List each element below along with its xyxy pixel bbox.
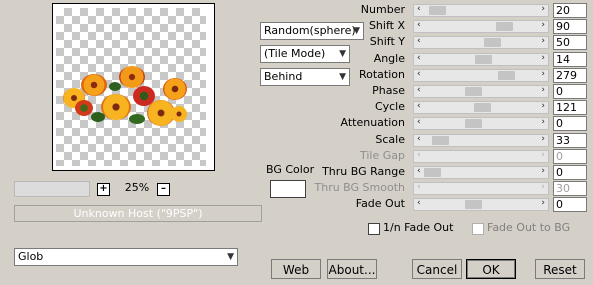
param-value-thru-bg-range[interactable]: 0 <box>553 165 587 180</box>
param-label-thru-bg-range: Thru BG Range <box>322 165 405 178</box>
slider-thumb[interactable] <box>465 200 482 209</box>
param-slider-angle[interactable]: ‹ › <box>413 53 549 66</box>
chevron-left-icon[interactable]: ‹ <box>417 101 421 112</box>
param-value-angle[interactable]: 14 <box>553 52 587 67</box>
about-button[interactable]: About... <box>327 259 377 279</box>
param-value-shift-x[interactable]: 90 <box>553 19 587 34</box>
chevron-left-icon[interactable]: ‹ <box>417 69 421 80</box>
ok-button[interactable]: OK <box>466 259 516 279</box>
chevron-right-icon[interactable]: › <box>541 69 545 80</box>
chevron-right-icon[interactable]: › <box>541 85 545 96</box>
chevron-right-icon[interactable]: › <box>541 134 545 145</box>
reset-button[interactable]: Reset <box>535 259 585 279</box>
slider-thumb[interactable] <box>474 103 491 112</box>
param-value-attenuation[interactable]: 0 <box>553 116 587 131</box>
chevron-left-icon[interactable]: ‹ <box>417 53 421 64</box>
param-slider-cycle[interactable]: ‹ › <box>413 101 549 114</box>
chevron-right-icon[interactable]: › <box>541 182 545 193</box>
param-label-phase: Phase <box>372 84 405 97</box>
param-label-number: Number <box>360 3 405 16</box>
param-label-shift-y: Shift Y <box>369 35 405 48</box>
chevron-right-icon[interactable]: › <box>541 150 545 161</box>
fade-1n-label: 1/n Fade Out <box>383 221 454 234</box>
slider-thumb[interactable] <box>465 87 482 96</box>
param-value-thru-bg-smooth[interactable]: 30 <box>553 181 587 196</box>
param-value-shift-y[interactable]: 50 <box>553 35 587 50</box>
zoom-out-button[interactable]: – <box>157 183 170 196</box>
chevron-right-icon[interactable]: › <box>541 20 545 31</box>
param-slider-fade-out[interactable]: ‹ › <box>413 198 549 211</box>
param-value-cycle[interactable]: 121 <box>553 100 587 115</box>
chevron-right-icon[interactable]: › <box>541 36 545 47</box>
param-value-phase[interactable]: 0 <box>553 84 587 99</box>
chevron-left-icon[interactable]: ‹ <box>417 36 421 47</box>
slider-thumb[interactable] <box>465 119 482 128</box>
param-value-tile-gap[interactable]: 0 <box>553 149 587 164</box>
param-label-attenuation: Attenuation <box>340 116 405 129</box>
chevron-left-icon[interactable]: ‹ <box>417 182 421 193</box>
chevron-down-icon: ▼ <box>227 252 234 262</box>
param-slider-shift-x[interactable]: ‹ › <box>413 20 549 33</box>
chevron-left-icon[interactable]: ‹ <box>417 20 421 31</box>
fade-1n-checkbox[interactable] <box>368 223 380 235</box>
param-value-number[interactable]: 20 <box>553 3 587 18</box>
web-button[interactable]: Web <box>271 259 321 279</box>
preset-select[interactable]: Glob ▼ <box>14 248 238 266</box>
param-label-scale: Scale <box>375 133 405 146</box>
zoom-level: 25% <box>124 181 150 194</box>
param-slider-thru-bg-range[interactable]: ‹ › <box>413 166 549 179</box>
preset-select-value: Glob <box>18 250 44 263</box>
param-slider-scale[interactable]: ‹ › <box>413 134 549 147</box>
slider-thumb[interactable] <box>432 136 449 145</box>
param-label-tile-gap: Tile Gap <box>359 149 405 162</box>
slider-thumb[interactable] <box>475 55 492 64</box>
param-label-thru-bg-smooth: Thru BG Smooth <box>314 181 406 194</box>
chevron-left-icon[interactable]: ‹ <box>417 85 421 96</box>
param-label-fade-out: Fade Out <box>355 197 405 210</box>
chevron-left-icon[interactable]: ‹ <box>417 4 421 15</box>
chevron-left-icon[interactable]: ‹ <box>417 150 421 161</box>
param-slider-tile-gap[interactable]: ‹ › <box>413 150 549 163</box>
zoom-in-button[interactable]: + <box>97 183 110 196</box>
param-label-rotation: Rotation <box>358 68 405 81</box>
chevron-right-icon[interactable]: › <box>541 117 545 128</box>
chevron-left-icon[interactable]: ‹ <box>417 134 421 145</box>
cancel-button[interactable]: Cancel <box>412 259 462 279</box>
param-label-shift-x: Shift X <box>368 19 405 32</box>
param-label-cycle: Cycle <box>374 100 405 113</box>
preview-canvas[interactable] <box>52 3 215 171</box>
slider-thumb[interactable] <box>498 71 515 80</box>
slider-thumb[interactable] <box>429 6 446 15</box>
param-value-fade-out[interactable]: 0 <box>553 197 587 212</box>
preview-image-flowers <box>61 64 191 134</box>
param-slider-thru-bg-smooth[interactable]: ‹ › <box>413 182 549 195</box>
zoom-slider[interactable] <box>14 181 90 197</box>
slider-thumb[interactable] <box>424 168 441 177</box>
slider-thumb[interactable] <box>496 22 513 31</box>
chevron-right-icon[interactable]: › <box>541 166 545 177</box>
chevron-right-icon[interactable]: › <box>541 53 545 64</box>
param-slider-phase[interactable]: ‹ › <box>413 85 549 98</box>
param-slider-shift-y[interactable]: ‹ › <box>413 36 549 49</box>
chevron-right-icon[interactable]: › <box>541 4 545 15</box>
param-value-scale[interactable]: 33 <box>553 133 587 148</box>
param-slider-attenuation[interactable]: ‹ › <box>413 117 549 130</box>
param-label-angle: Angle <box>373 52 405 65</box>
chevron-left-icon[interactable]: ‹ <box>417 198 421 209</box>
status-bar: Unknown Host ("9PSP") <box>14 205 262 222</box>
chevron-left-icon[interactable]: ‹ <box>417 166 421 177</box>
chevron-right-icon[interactable]: › <box>541 198 545 209</box>
chevron-left-icon[interactable]: ‹ <box>417 117 421 128</box>
param-slider-rotation[interactable]: ‹ › <box>413 69 549 82</box>
param-slider-number[interactable]: ‹ › <box>413 4 549 17</box>
fade-bg-label: Fade Out to BG <box>487 221 571 234</box>
fade-bg-checkbox[interactable] <box>472 223 484 235</box>
chevron-right-icon[interactable]: › <box>541 101 545 112</box>
param-value-rotation[interactable]: 279 <box>553 68 587 83</box>
slider-thumb[interactable] <box>484 38 501 47</box>
